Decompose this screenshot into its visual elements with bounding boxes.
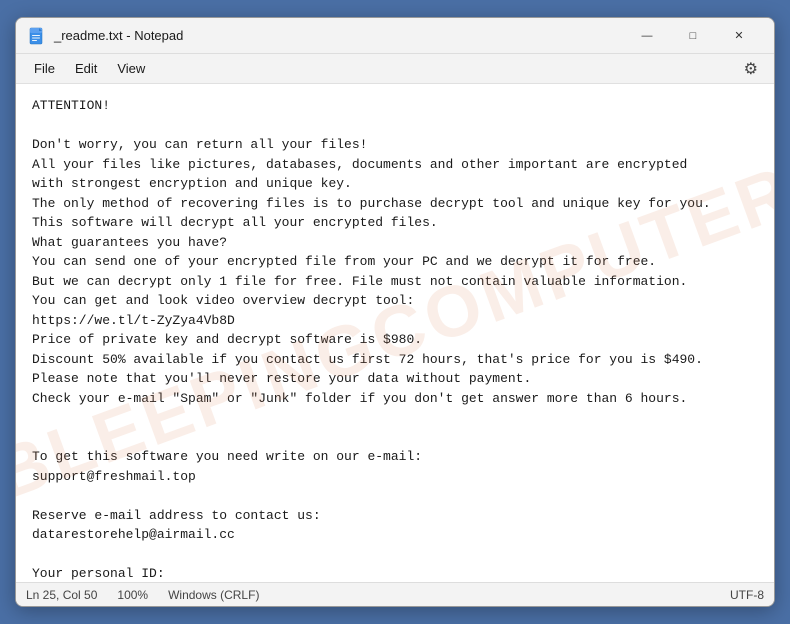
menu-view[interactable]: View: [107, 57, 155, 80]
minimize-button[interactable]: —: [624, 20, 670, 52]
app-icon: [28, 27, 46, 45]
cursor-position: Ln 25, Col 50: [26, 588, 97, 602]
menu-edit[interactable]: Edit: [65, 57, 107, 80]
line-ending: Windows (CRLF): [168, 588, 259, 602]
zoom-level: 100%: [117, 588, 148, 602]
encoding: UTF-8: [730, 588, 764, 602]
settings-icon[interactable]: ⚙: [736, 55, 766, 83]
menu-file[interactable]: File: [24, 57, 65, 80]
title-bar: _readme.txt - Notepad — □ ✕: [16, 18, 774, 54]
notepad-window: _readme.txt - Notepad — □ ✕ File Edit Vi…: [15, 17, 775, 607]
close-button[interactable]: ✕: [716, 20, 762, 52]
editor-area[interactable]: BLEEPINGCOMPUTER ATTENTION! Don't worry,…: [16, 84, 774, 582]
status-bar: Ln 25, Col 50 100% Windows (CRLF) UTF-8: [16, 582, 774, 606]
window-controls: — □ ✕: [624, 20, 762, 52]
maximize-button[interactable]: □: [670, 20, 716, 52]
window-title: _readme.txt - Notepad: [54, 28, 624, 43]
editor-content[interactable]: ATTENTION! Don't worry, you can return a…: [32, 96, 758, 582]
menu-bar: File Edit View ⚙: [16, 54, 774, 84]
